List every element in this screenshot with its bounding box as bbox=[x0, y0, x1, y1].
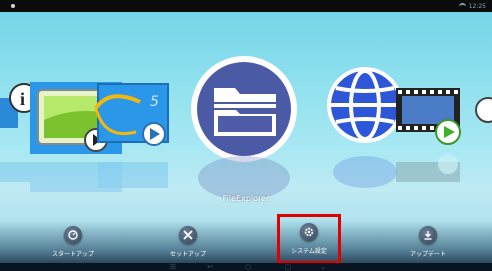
wifi-icon bbox=[458, 2, 466, 10]
svg-text:5: 5 bbox=[150, 94, 159, 110]
home-icon[interactable]: ○ bbox=[243, 263, 253, 271]
nav-startup[interactable]: スタートアップ bbox=[33, 226, 113, 262]
nav-system-settings-label: システム設定 bbox=[291, 248, 327, 255]
globe-app-icon[interactable] bbox=[327, 67, 403, 143]
menu-icon[interactable]: ☰ bbox=[168, 263, 178, 271]
nav-setup-label: セットアップ bbox=[169, 251, 206, 258]
status-time: 12:25 bbox=[468, 2, 486, 10]
nav-startup-label: スタートアップ bbox=[51, 251, 94, 258]
download-icon bbox=[419, 226, 437, 244]
back-icon[interactable]: ↩ bbox=[205, 263, 215, 271]
svg-text:i: i bbox=[20, 89, 25, 109]
folder-app-icon[interactable] bbox=[191, 56, 297, 162]
status-right: 12:25 bbox=[458, 0, 486, 12]
home-screen: 12:25 i 5 FileExplorer スタートアップ セットアップ シス… bbox=[0, 0, 492, 271]
tools-icon bbox=[179, 226, 197, 244]
video-player-app-icon[interactable]: 5 bbox=[94, 83, 169, 146]
power-clock-icon bbox=[64, 226, 82, 244]
gear-icon bbox=[300, 223, 318, 241]
film-play-app-icon[interactable] bbox=[396, 88, 492, 145]
status-bar: 12:25 bbox=[0, 0, 492, 12]
app-carousel: i 5 bbox=[0, 56, 492, 200]
nav-update[interactable]: アップデート bbox=[388, 226, 468, 262]
nav-update-label: アップデート bbox=[409, 251, 446, 258]
notification-dot-icon bbox=[11, 4, 15, 8]
carousel-caption: FileExplorer bbox=[222, 194, 270, 203]
nav-setup[interactable]: セットアップ bbox=[148, 226, 228, 262]
chevron-down-icon[interactable]: ⌄ bbox=[318, 263, 328, 271]
recent-apps-icon[interactable]: ▢ bbox=[283, 263, 293, 271]
nav-system-settings[interactable]: システム設定 bbox=[277, 214, 341, 264]
